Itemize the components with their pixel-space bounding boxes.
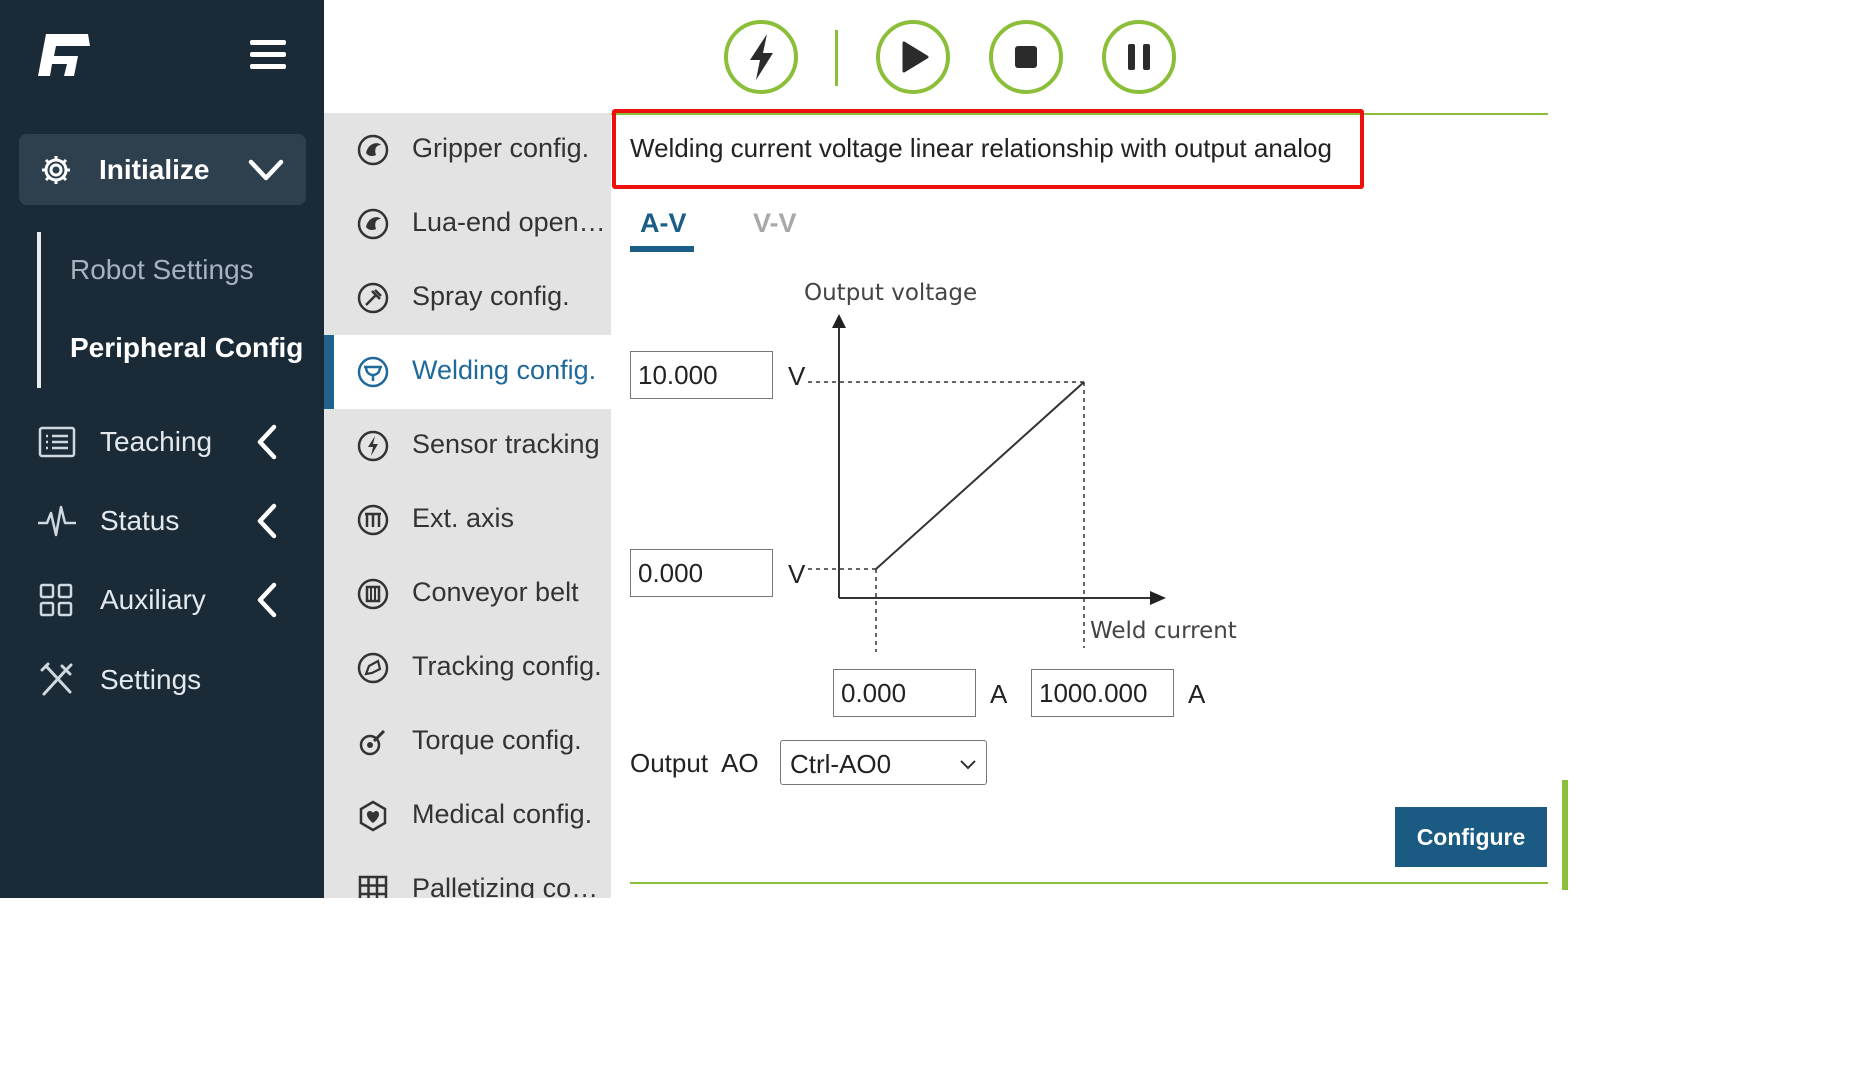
logo-icon (38, 34, 90, 76)
nav-status[interactable]: Status (0, 491, 324, 551)
list-item-tracking[interactable]: Tracking config. (324, 631, 611, 705)
tracking-icon (357, 652, 389, 684)
stop-button[interactable] (988, 19, 1064, 95)
tools-icon (40, 662, 73, 696)
nav-auxiliary[interactable]: Auxiliary (0, 570, 324, 630)
menu-toggle-icon[interactable] (250, 40, 286, 74)
list-item-label: Medical config. (412, 799, 593, 829)
active-tab-underline (630, 246, 694, 252)
tab-a-v[interactable]: A-V (640, 208, 687, 239)
list-item-torque[interactable]: Torque config. (324, 705, 611, 779)
spray-icon (357, 282, 389, 314)
nav-teaching-label: Teaching (100, 426, 213, 457)
section-heading: Welding current voltage linear relations… (630, 133, 1332, 163)
sidebar-item-peripheral-config[interactable]: Peripheral Config (70, 332, 303, 364)
medical-icon (359, 800, 387, 832)
welding-icon (357, 356, 389, 388)
nav-settings-label: Settings (100, 664, 202, 695)
active-indicator (324, 335, 334, 409)
submenu-indicator (37, 232, 41, 388)
list-item-label: Conveyor belt (412, 577, 579, 607)
max-current-unit: A (1188, 679, 1206, 709)
palletizing-icon (358, 875, 388, 898)
gear-icon (42, 156, 70, 184)
max-current-input[interactable] (1031, 669, 1174, 717)
list-item-ext-axis[interactable]: Ext. axis (324, 483, 611, 557)
min-voltage-input[interactable] (630, 549, 773, 597)
list-item-label: Spray config. (412, 281, 570, 311)
list-item-label: Welding config. (412, 355, 597, 385)
list-item-label: Sensor tracking (412, 429, 600, 459)
nav-settings[interactable]: Settings (0, 650, 324, 710)
panel-bottom-divider (630, 882, 1548, 884)
sidebar: Initialize Robot Settings Peripheral Con… (0, 0, 324, 898)
lua-end-icon (357, 208, 389, 240)
list-item-conveyor[interactable]: Conveyor belt (324, 557, 611, 631)
nav-status-label: Status (100, 505, 180, 536)
pulse-icon (38, 505, 76, 537)
conveyor-icon (357, 578, 389, 610)
play-button[interactable] (875, 19, 951, 95)
output-ao-select[interactable]: Ctrl-AO0 (780, 740, 987, 785)
nav-teaching[interactable]: Teaching (0, 412, 324, 472)
scroll-edge-indicator (1562, 780, 1568, 890)
max-voltage-unit: V (788, 361, 806, 391)
enable-lightning-button[interactable] (723, 19, 799, 95)
ao-text: AO (721, 748, 759, 778)
output-ao-selected: Ctrl-AO0 (790, 749, 892, 779)
nav-initialize-label: Initialize (99, 154, 210, 185)
list-item-label: Lua-end open… (412, 207, 606, 237)
tab-v-v[interactable]: V-V (753, 208, 797, 239)
list-item-spray[interactable]: Spray config. (324, 261, 611, 335)
list-icon (38, 426, 76, 458)
chevron-left-icon (257, 424, 277, 460)
chevron-down-icon (960, 760, 976, 770)
x-axis-arrow (1150, 591, 1166, 605)
sensor-icon (357, 430, 389, 462)
list-item-lua-end[interactable]: Lua-end open… (324, 187, 611, 261)
list-item-welding[interactable]: Welding config. (324, 335, 611, 409)
linear-relationship-diagram: Output voltage Weld current (804, 280, 1237, 652)
nav-auxiliary-label: Auxiliary (100, 584, 206, 615)
list-item-sensor-tracking[interactable]: Sensor tracking (324, 409, 611, 483)
configure-button[interactable]: Configure (1395, 807, 1547, 867)
pause-button[interactable] (1101, 19, 1177, 95)
y-axis-arrow (832, 314, 846, 328)
nav-initialize[interactable]: Initialize (19, 134, 306, 205)
min-current-unit: A (990, 679, 1008, 709)
output-label: Output AO (630, 748, 759, 779)
chevron-left-icon (257, 503, 277, 539)
torque-icon (359, 729, 386, 756)
max-voltage-input[interactable] (630, 351, 773, 399)
peripheral-list: Gripper config. Lua-end open… Spray conf… (324, 113, 611, 898)
ext-axis-icon (357, 504, 389, 536)
list-item-label: Palletizing co… (412, 873, 599, 898)
min-current-input[interactable] (833, 669, 976, 717)
output-text: Output (630, 748, 709, 778)
grid-icon (39, 583, 73, 617)
app-window: Initialize Robot Settings Peripheral Con… (0, 0, 1568, 898)
gripper-icon (357, 134, 389, 166)
list-item-medical[interactable]: Medical config. (324, 779, 611, 853)
relationship-line (875, 381, 1085, 570)
toolbar-divider (835, 30, 838, 86)
y-axis-label: Output voltage (804, 280, 977, 306)
list-item-palletizing[interactable]: Palletizing co… (324, 853, 611, 898)
sidebar-item-robot-settings[interactable]: Robot Settings (70, 254, 254, 286)
list-item-label: Torque config. (412, 725, 582, 755)
chevron-down-icon (248, 159, 284, 181)
min-voltage-unit: V (788, 559, 806, 589)
list-item-label: Gripper config. (412, 133, 590, 163)
list-item-gripper[interactable]: Gripper config. (324, 113, 611, 187)
section-heading-highlight: Welding current voltage linear relations… (612, 109, 1364, 189)
chevron-left-icon (257, 582, 277, 618)
list-item-label: Ext. axis (412, 503, 515, 533)
list-item-label: Tracking config. (412, 651, 602, 681)
x-axis-label: Weld current (1090, 618, 1237, 644)
